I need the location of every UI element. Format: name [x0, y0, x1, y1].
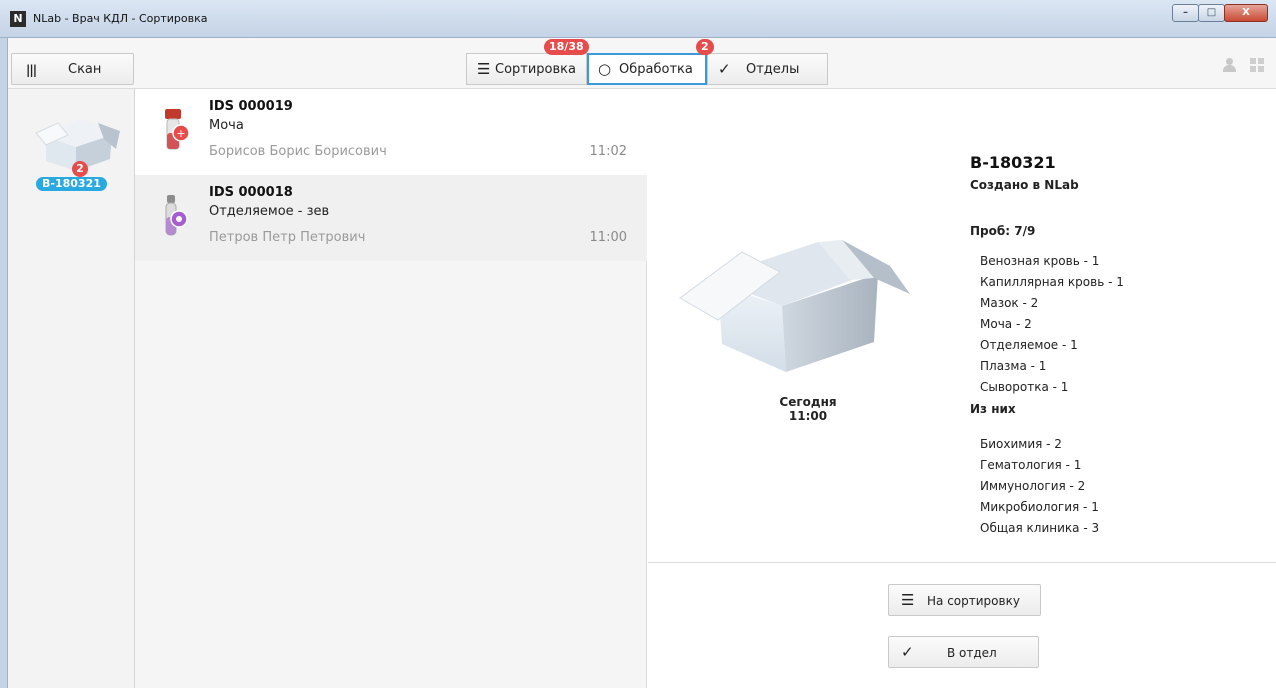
to-department-button[interactable]: ✓ В отдел: [888, 636, 1039, 668]
scan-button[interactable]: ||| Скан: [11, 53, 134, 85]
close-button[interactable]: X: [1224, 4, 1268, 22]
list-item: Сыворотка - 1: [980, 380, 1069, 394]
svg-text:+: +: [176, 127, 185, 140]
box-count-badge: 2: [72, 161, 88, 177]
user-icon[interactable]: [1222, 58, 1236, 72]
sample-time: 11:02: [589, 144, 627, 159]
box-illustration-icon: [679, 240, 910, 372]
toolbar: ||| Скан ☰ Сортировка ○ Обработка ✓ Отде…: [8, 38, 1276, 89]
of-them-heading: Из них: [970, 402, 1016, 416]
app-logo-icon: N: [10, 11, 26, 27]
check-icon: ✓: [718, 60, 731, 78]
sample-code: IDS 000018: [209, 185, 293, 200]
box-origin: Создано в NLab: [970, 178, 1079, 192]
sample-material: Отделяемое - зев: [209, 204, 330, 219]
box-created-when: Сегодня 11:00: [768, 395, 848, 423]
minimize-button[interactable]: –: [1172, 4, 1199, 22]
tab-processing[interactable]: ○ Обработка: [587, 53, 707, 85]
departments-list: Биохимия - 2 Гематология - 1 Иммунология…: [970, 434, 1270, 539]
box-item[interactable]: 2 B-180321: [28, 101, 128, 191]
tab-processing-label: Обработка: [619, 62, 693, 77]
window-frame: [0, 38, 8, 688]
box-code-label: B-180321: [36, 177, 107, 191]
tab-departments[interactable]: ✓ Отделы: [707, 53, 828, 85]
urine-tube-icon: +: [165, 109, 190, 150]
samples-list: + IDS 000019 Моча Борисов Борис Борисови…: [135, 89, 647, 688]
list-item: Моча - 2: [980, 317, 1032, 331]
tab-sorting[interactable]: ☰ Сортировка: [466, 53, 587, 85]
box-details-summary: Сегодня 11:00 B-180321 Создано в NLab Пр…: [648, 89, 1276, 563]
box-details: Сегодня 11:00 B-180321 Создано в NLab Пр…: [648, 89, 1276, 688]
list-item: Отделяемое - 1: [980, 338, 1078, 352]
list-item: Иммунология - 2: [980, 479, 1086, 493]
boxes-panel: 2 B-180321: [8, 89, 135, 688]
sample-patient: Петров Петр Петрович: [209, 230, 366, 245]
barcode-icon: |||: [26, 63, 37, 77]
materials-list: Венозная кровь - 1 Капиллярная кровь - 1…: [970, 251, 1270, 398]
sample-code: IDS 000019: [209, 99, 293, 114]
box-time: 11:00: [788, 409, 828, 423]
to-sorting-label: На сортировку: [927, 594, 1020, 608]
menu-icon: ☰: [901, 591, 915, 609]
swab-tube-icon: [165, 195, 188, 236]
list-item: Гематология - 1: [980, 458, 1082, 472]
probes-count: Проб: 7/9: [970, 224, 1036, 238]
tab-departments-label: Отделы: [746, 62, 800, 77]
box-code: B-180321: [970, 153, 1056, 172]
list-item: Биохимия - 2: [980, 437, 1062, 451]
to-sorting-button[interactable]: ☰ На сортировку: [888, 584, 1041, 616]
list-item: Микробиология - 1: [980, 500, 1099, 514]
box-date-label: Сегодня: [779, 395, 837, 409]
sorting-count-badge: 18/38: [544, 39, 589, 55]
sample-material: Моча: [209, 118, 244, 133]
grid-view-icon[interactable]: [1250, 58, 1264, 72]
window-title: NLab - Врач КДЛ - Сортировка: [33, 12, 208, 25]
scan-label: Скан: [68, 62, 102, 77]
list-item: Капиллярная кровь - 1: [980, 275, 1124, 289]
list-item: Венозная кровь - 1: [980, 254, 1100, 268]
list-item[interactable]: IDS 000018 Отделяемое - зев Петров Петр …: [135, 175, 647, 261]
sample-patient: Борисов Борис Борисович: [209, 144, 387, 159]
maximize-button[interactable]: □: [1198, 4, 1225, 22]
list-item: Мазок - 2: [980, 296, 1039, 310]
box-info: B-180321 Создано в NLab Проб: 7/9 Венозн…: [970, 153, 1270, 539]
list-item: Плазма - 1: [980, 359, 1047, 373]
list-item: Общая клиника - 3: [980, 521, 1100, 535]
list-item[interactable]: + IDS 000019 Моча Борисов Борис Борисови…: [135, 89, 647, 175]
check-icon: ✓: [901, 643, 914, 661]
menu-icon: ☰: [477, 60, 491, 78]
sample-time: 11:00: [589, 230, 627, 245]
processing-count-badge: 2: [696, 39, 714, 55]
window-controls: – □ X: [1172, 4, 1268, 22]
tab-sorting-label: Сортировка: [495, 62, 576, 77]
to-department-label: В отдел: [947, 646, 997, 660]
window-titlebar: N NLab - Врач КДЛ - Сортировка – □ X: [0, 0, 1276, 38]
circle-icon: ○: [598, 60, 612, 78]
